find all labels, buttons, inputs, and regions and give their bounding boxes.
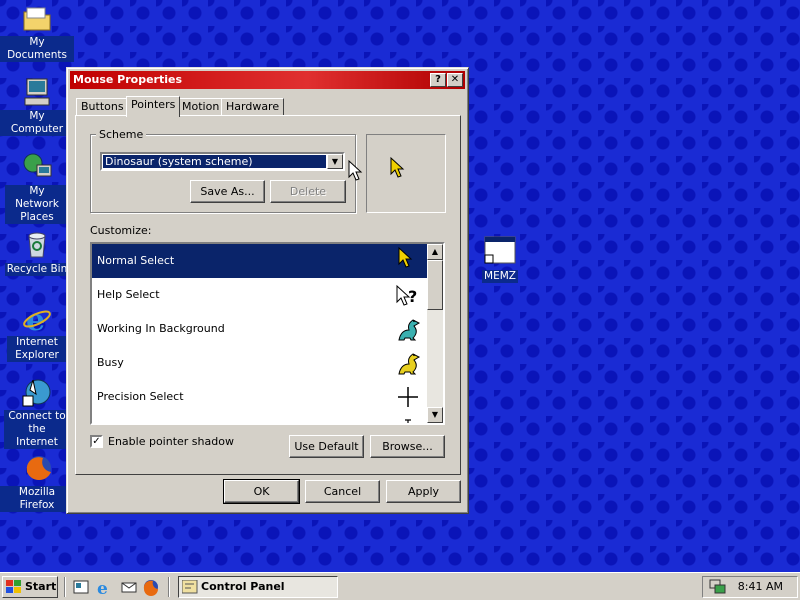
desktop-icon-label: Internet Explorer (7, 336, 67, 362)
folder-icon (21, 2, 53, 34)
title-bar[interactable]: Mouse Properties ? ✕ (70, 71, 465, 89)
network-icon (21, 151, 53, 183)
desktop-icon-my-documents[interactable]: My Documents (0, 2, 74, 62)
svg-text:e: e (97, 579, 108, 596)
desktop-icon-firefox[interactable]: Mozilla Firefox (0, 452, 74, 512)
desktop-icon-label: MEMZ (482, 270, 518, 283)
desktop-icon-label: My Documents (0, 36, 74, 62)
quick-launch-divider (64, 577, 66, 597)
task-divider (168, 577, 170, 597)
pointer-preview (366, 134, 446, 213)
list-scrollbar[interactable]: ▲ ▼ (427, 244, 443, 423)
desktop-icon-memz[interactable]: MEMZ (478, 235, 522, 283)
desktop-icon-recycle-bin[interactable]: Recycle Bin (0, 228, 74, 276)
tab-motion[interactable]: Motion (177, 98, 225, 116)
pointer-name: Help Select (97, 288, 160, 301)
scroll-up-icon[interactable]: ▲ (427, 244, 443, 260)
cancel-button[interactable]: Cancel (305, 480, 380, 503)
tab-buttons[interactable]: Buttons (76, 98, 129, 116)
crosshair-icon (398, 387, 418, 407)
windows-logo-icon (6, 580, 21, 593)
delete-button[interactable]: Delete (270, 180, 346, 203)
start-label: Start (25, 580, 57, 593)
scheme-dropdown[interactable]: Dinosaur (system scheme) ▼ (100, 152, 345, 171)
connect-wizard-icon (21, 376, 53, 408)
desktop-icon-internet-explorer[interactable]: e Internet Explorer (0, 302, 74, 362)
browse-button[interactable]: Browse... (370, 435, 445, 458)
taskbar-item-label: Control Panel (201, 580, 285, 593)
help-button[interactable]: ? (430, 73, 446, 87)
desktop-icon-network[interactable]: My Network Places (0, 151, 74, 224)
pointer-shadow-label[interactable]: Enable pointer shadow (108, 435, 234, 448)
tab-pointers[interactable]: Pointers (126, 96, 181, 117)
internet-explorer-icon[interactable]: e (96, 578, 114, 596)
list-item[interactable]: Working In Background (92, 312, 429, 346)
scheme-dropdown-value: Dinosaur (system scheme) (103, 155, 326, 168)
dinosaur-icon (398, 353, 421, 375)
taskbar-item-control-panel[interactable]: Control Panel (178, 576, 338, 598)
pointer-name: Precision Select (97, 390, 184, 403)
computer-icon (21, 76, 53, 108)
arrow-icon (390, 156, 405, 178)
clock[interactable]: 8:41 AM (738, 577, 783, 597)
firefox-icon[interactable] (142, 578, 160, 596)
scheme-label: Scheme (96, 128, 147, 141)
list-item[interactable]: Normal Select (92, 244, 429, 278)
firefox-icon (21, 452, 53, 484)
arrow-icon (398, 246, 413, 268)
pointer-list[interactable]: Normal Select Help Select ? Working In B… (90, 242, 445, 425)
outlook-express-icon[interactable] (120, 578, 138, 596)
scroll-down-icon[interactable]: ▼ (427, 407, 443, 423)
desktop-icon-my-computer[interactable]: My Computer (0, 76, 74, 136)
text-select-icon (405, 419, 411, 423)
taskbar: Start e Control Panel 8:41 AM (0, 572, 800, 600)
use-default-button[interactable]: Use Default (289, 435, 364, 458)
chevron-down-icon[interactable]: ▼ (327, 154, 343, 169)
system-tray: 8:41 AM (702, 576, 798, 598)
scroll-thumb[interactable] (427, 260, 443, 310)
customize-label: Customize: (90, 224, 152, 237)
pointer-shadow-checkbox[interactable]: ✓ (90, 435, 103, 448)
desktop-icon-connect[interactable]: Connect to the Internet (0, 376, 74, 449)
dialog-title: Mouse Properties (73, 73, 183, 86)
close-button[interactable]: ✕ (447, 73, 463, 87)
list-item[interactable]: Precision Select (92, 380, 429, 414)
list-item[interactable]: Busy (92, 346, 429, 380)
pointer-name: Normal Select (97, 254, 175, 267)
desktop-icon-label: Recycle Bin (4, 263, 70, 276)
pointer-name: Busy (97, 356, 124, 369)
list-item[interactable] (92, 414, 429, 423)
svg-text:?: ? (408, 287, 417, 306)
network-connection-icon[interactable] (709, 579, 727, 595)
show-desktop-icon[interactable] (72, 578, 90, 596)
apply-button[interactable]: Apply (386, 480, 461, 503)
tab-hardware[interactable]: Hardware (221, 98, 285, 116)
desktop-icon-label: Mozilla Firefox (0, 486, 74, 512)
desktop-icon-label: My Computer (0, 110, 74, 136)
list-item[interactable]: Help Select ? (92, 278, 429, 312)
dinosaur-icon (398, 319, 421, 341)
help-arrow-icon: ? (396, 284, 417, 306)
application-window-icon (484, 235, 516, 267)
internet-explorer-icon: e (21, 302, 53, 338)
start-button[interactable]: Start (2, 576, 58, 598)
desktop-icon-label: My Network Places (5, 185, 69, 224)
control-panel-icon (182, 580, 198, 594)
recycle-bin-icon (21, 228, 53, 260)
pointer-name: Working In Background (97, 322, 225, 335)
ok-button[interactable]: OK (223, 479, 300, 504)
mouse-cursor-icon (348, 160, 363, 181)
desktop-icon-label: Connect to the Internet (4, 410, 70, 449)
save-as-button[interactable]: Save As... (190, 180, 265, 203)
